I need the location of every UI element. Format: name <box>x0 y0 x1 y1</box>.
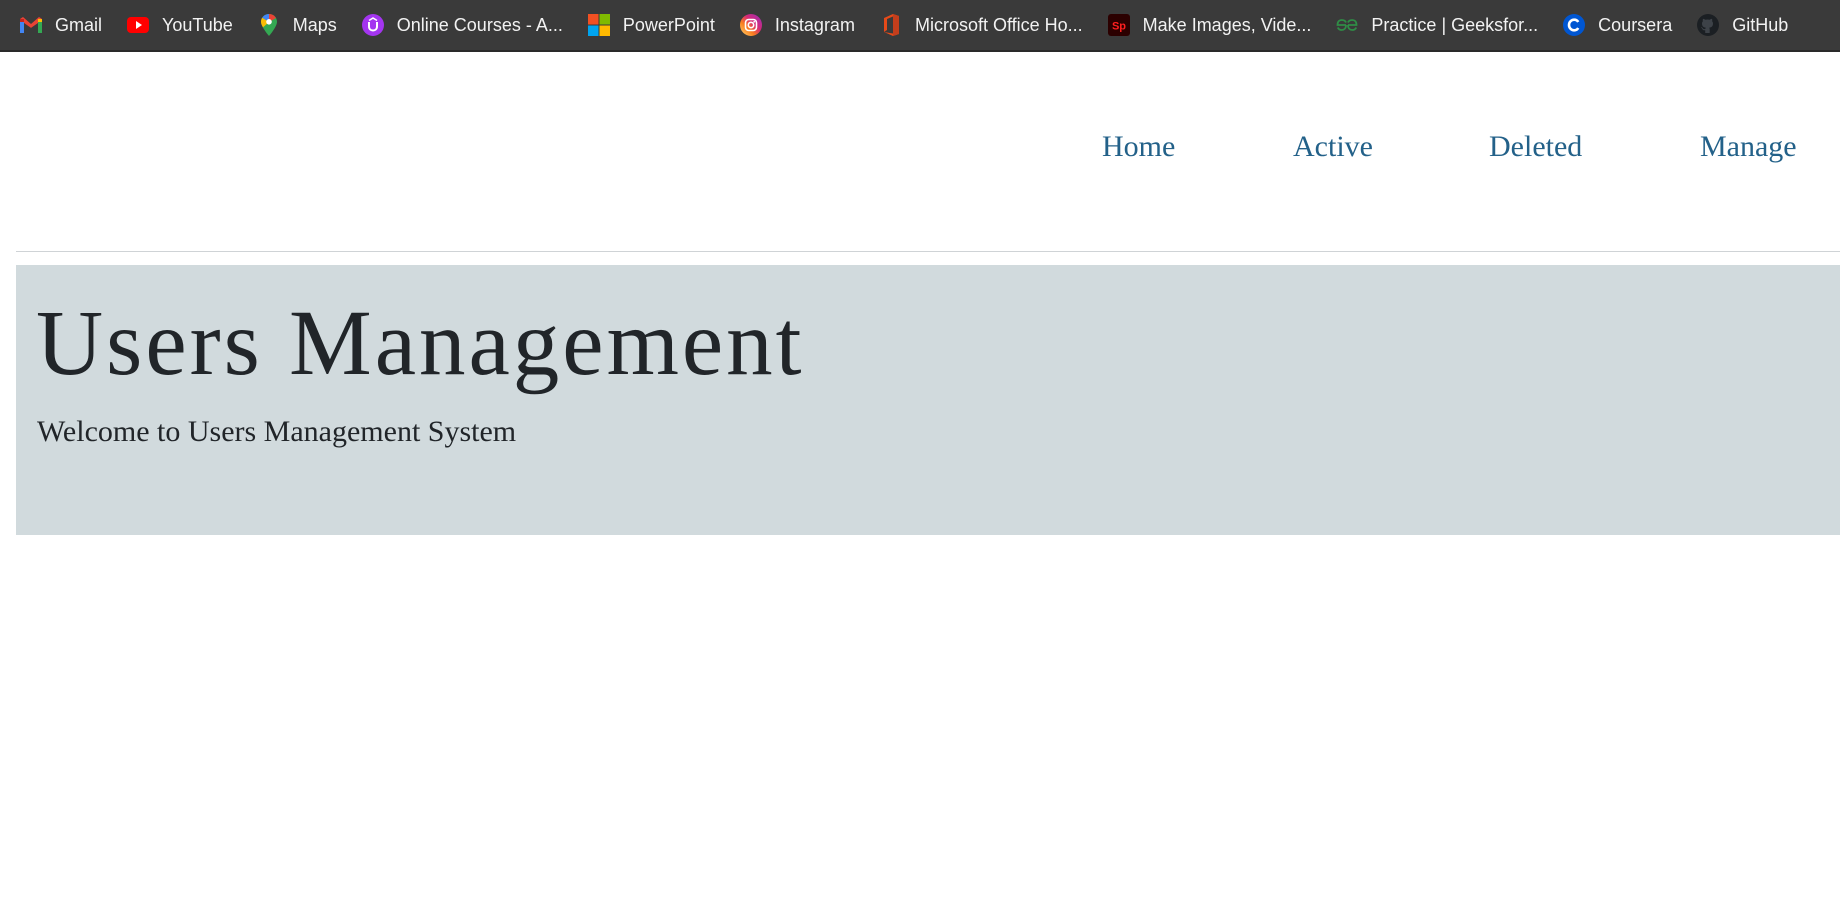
svg-text:Sp: Sp <box>1112 21 1126 33</box>
bookmark-label: Practice | Geeksfor... <box>1371 14 1539 35</box>
bookmark-youtube[interactable]: YouTube <box>127 14 233 36</box>
bookmark-label: Maps <box>292 14 337 35</box>
page-title: Users Management <box>36 292 805 395</box>
bookmark-label: Online Courses - A... <box>396 14 563 35</box>
microsoft-icon <box>587 14 610 36</box>
github-icon <box>1697 14 1720 36</box>
bookmark-label: Microsoft Office Ho... <box>914 14 1083 35</box>
bookmark-coursera[interactable]: Coursera <box>1563 14 1672 36</box>
bookmark-label: Make Images, Vide... <box>1142 14 1312 35</box>
bookmark-microsoft-office[interactable]: Microsoft Office Ho... <box>880 14 1083 36</box>
geeksforgeeks-icon <box>1336 14 1358 36</box>
bookmark-instagram[interactable]: Instagram <box>739 14 855 36</box>
youtube-icon <box>127 14 150 36</box>
instagram-icon <box>739 14 762 36</box>
bookmark-geeksforgeeks[interactable]: Practice | Geeksfor... <box>1336 14 1538 36</box>
main-nav: Home Active Deleted Manage <box>0 130 1840 170</box>
nav-manage-link[interactable]: Manage <box>1700 130 1797 164</box>
hero-jumbotron: Users Management Welcome to Users Manage… <box>16 265 1840 535</box>
bookmark-online-courses[interactable]: Online Courses - A... <box>361 14 563 36</box>
bookmark-gmail[interactable]: Gmail <box>20 14 102 36</box>
nav-active-link[interactable]: Active <box>1293 130 1373 164</box>
bookmark-maps[interactable]: Maps <box>258 14 337 36</box>
maps-icon <box>258 14 280 36</box>
bookmark-label: Instagram <box>774 14 855 35</box>
bookmark-label: Gmail <box>55 14 103 35</box>
office-icon <box>880 14 902 36</box>
adobe-spark-icon: Sp <box>1107 14 1130 36</box>
bookmark-label: PowerPoint <box>622 14 715 35</box>
nav-home-link[interactable]: Home <box>1102 130 1175 164</box>
bookmark-make-images[interactable]: Sp Make Images, Vide... <box>1107 14 1312 36</box>
nav-divider <box>16 251 1840 252</box>
coursera-icon <box>1563 14 1586 36</box>
bookmark-powerpoint[interactable]: PowerPoint <box>587 14 715 36</box>
bookmarks-bar: Gmail YouTube Maps Online Courses - A...… <box>0 0 1840 52</box>
gmail-icon <box>20 14 42 36</box>
bookmark-label: GitHub <box>1732 14 1789 35</box>
udemy-icon <box>361 14 384 36</box>
page-subtitle: Welcome to Users Management System <box>37 415 517 448</box>
bookmark-label: YouTube <box>162 14 233 35</box>
bookmark-label: Coursera <box>1598 14 1673 35</box>
nav-deleted-link[interactable]: Deleted <box>1489 130 1582 164</box>
bookmark-github[interactable]: GitHub <box>1697 14 1788 36</box>
